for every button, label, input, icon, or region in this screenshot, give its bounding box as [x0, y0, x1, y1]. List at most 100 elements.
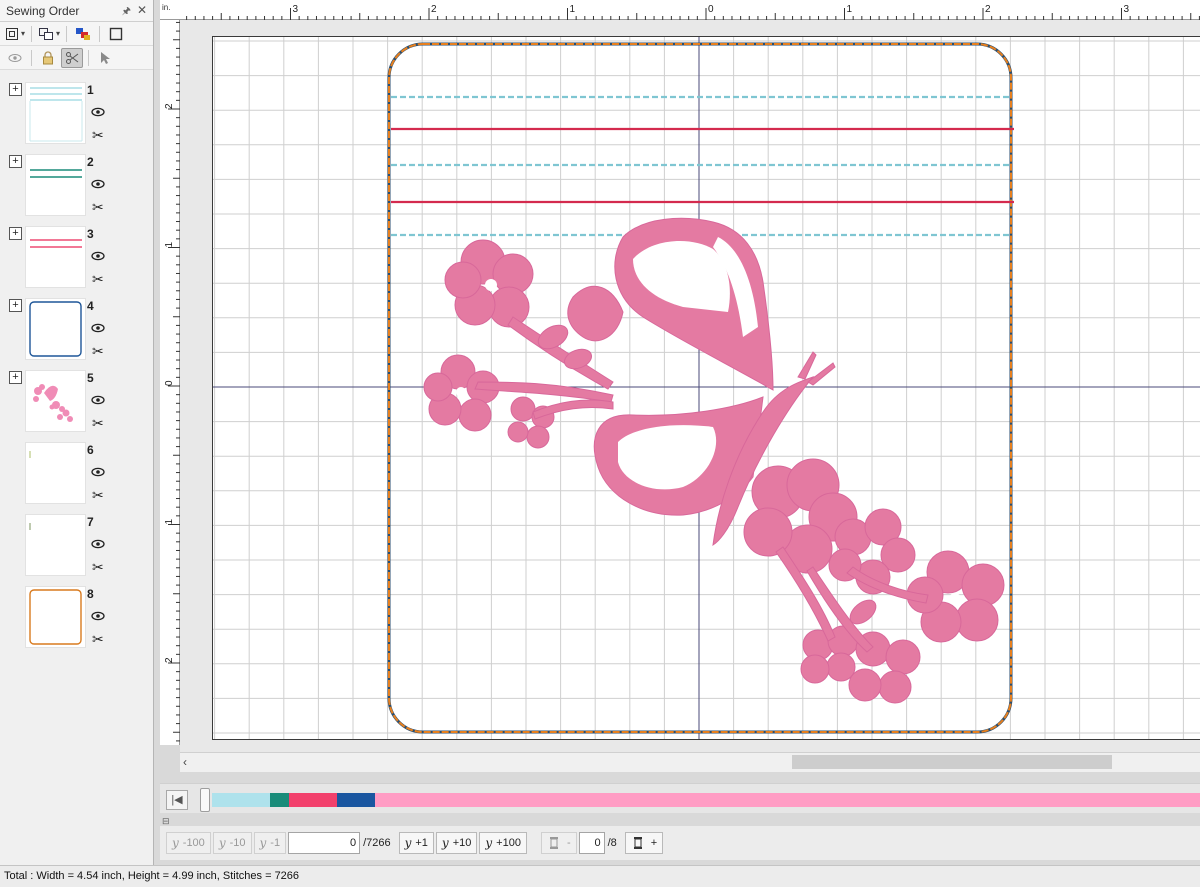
color-segment[interactable] [270, 793, 289, 807]
lock-button[interactable] [37, 48, 59, 68]
color-segment[interactable] [375, 793, 1200, 807]
next-color-label: + [650, 837, 658, 849]
color-sequence-bar: |◀ [160, 783, 1200, 813]
fit-view-button[interactable]: ▾ [4, 24, 26, 44]
scissors-icon[interactable]: ✂ [92, 128, 104, 142]
spool-icon [549, 837, 558, 849]
group-button[interactable]: ▾ [37, 24, 61, 44]
select-button[interactable] [94, 48, 116, 68]
forward-1-button[interactable]: y +1 [398, 832, 434, 854]
color-order-button[interactable] [72, 24, 94, 44]
item-number: 5 [87, 371, 94, 385]
forward-10-label: +10 [452, 837, 472, 849]
ruler-label: 1 [847, 4, 853, 15]
design-canvas[interactable] [180, 20, 1200, 753]
butterfly-antenna [797, 351, 817, 380]
color-total: /8 [607, 837, 617, 849]
scrollbar-thumb[interactable] [792, 755, 1112, 769]
item-thumbnail [25, 370, 86, 432]
sewing-order-item-3[interactable]: + 3 ✂ [0, 220, 154, 292]
item-number: 7 [87, 515, 94, 529]
eye-icon[interactable] [91, 107, 105, 117]
prev-color-button[interactable]: - [540, 832, 577, 854]
forward-1-label: +1 [415, 837, 428, 849]
item-thumbnail [25, 514, 86, 576]
ruler-label: 3 [1124, 4, 1130, 15]
item-number: 2 [87, 155, 94, 169]
thumbnail-lines [30, 239, 82, 248]
eye-icon[interactable] [91, 179, 105, 189]
scissors-icon[interactable]: ✂ [92, 488, 104, 502]
forward-10-button[interactable]: y +10 [435, 832, 478, 854]
eye-icon[interactable] [91, 323, 105, 333]
color-blocks-icon [76, 27, 91, 40]
expand-icon[interactable]: + [9, 227, 22, 240]
eye-icon[interactable] [91, 539, 105, 549]
dropdown-caret-icon: ▾ [56, 29, 61, 38]
item-number: 6 [87, 443, 94, 457]
trim-toggle-button[interactable] [61, 47, 83, 68]
view-toggle-button[interactable] [4, 48, 26, 68]
eye-icon[interactable] [91, 395, 105, 405]
back-10-button[interactable]: y -10 [212, 832, 252, 854]
next-color-button[interactable]: + [624, 832, 664, 854]
thumbnail-lines [30, 169, 82, 178]
scissors-icon[interactable]: ✂ [92, 416, 104, 430]
top-ruler-ticks: 3 2 1 0 1 2 3 [186, 4, 1200, 20]
go-to-start-icon[interactable]: |◀ [166, 790, 188, 810]
color-strip[interactable] [212, 793, 1200, 807]
frame-button[interactable] [105, 24, 127, 44]
needle-icon: y [485, 836, 493, 850]
back-1-button[interactable]: y -1 [253, 832, 287, 854]
needle-icon: y [172, 836, 179, 850]
forward-100-label: +100 [496, 837, 521, 849]
hoop-area[interactable] [212, 36, 1200, 740]
scissors-icon[interactable]: ✂ [92, 344, 104, 358]
sewing-order-item-8[interactable]: 8 ✂ [0, 580, 154, 652]
needle-icon: y [218, 836, 226, 850]
stitch-number-input[interactable]: 0 [288, 832, 361, 854]
sewing-order-item-4[interactable]: + 4 ✂ [0, 292, 154, 364]
expand-icon[interactable]: + [9, 299, 22, 312]
stitch-total: /7266 [363, 837, 391, 849]
butterfly-flower-motif[interactable] [423, 217, 1005, 704]
sewing-order-item-1[interactable]: + 1 ✂ [0, 76, 154, 148]
eye-icon[interactable] [91, 611, 105, 621]
spool-icon [633, 837, 642, 849]
back-100-label: -100 [182, 837, 205, 849]
butterfly-antenna [807, 362, 836, 386]
close-icon[interactable]: ✕ [137, 3, 147, 17]
expand-icon[interactable]: + [9, 83, 22, 96]
pin-icon[interactable]: 🖈 [122, 4, 131, 21]
scissors-icon[interactable]: ✂ [92, 200, 104, 214]
color-segment[interactable] [337, 793, 375, 807]
sewing-order-item-6[interactable]: 6 ✂ [0, 436, 154, 508]
thumbnail-motif [33, 384, 73, 422]
forward-100-button[interactable]: y +100 [479, 832, 527, 854]
stitch-slider-handle[interactable] [200, 788, 210, 812]
sewing-order-item-5[interactable]: + 5 ✂ [0, 364, 154, 436]
horizontal-scrollbar[interactable]: ‹ [180, 752, 1200, 772]
lock-icon [43, 50, 53, 64]
dropdown-caret-icon: ▾ [21, 29, 26, 38]
scissors-icon[interactable]: ✂ [92, 272, 104, 286]
color-segment[interactable] [289, 793, 337, 807]
item-number: 4 [87, 299, 94, 313]
sewing-order-pane: Sewing Order 🖈 ✕ ▾ ▾ + 1 ✂ + 2 ✂ + 3 ✂ +… [0, 0, 154, 865]
expand-icon[interactable]: + [9, 155, 22, 168]
color-segment[interactable] [212, 793, 270, 807]
sewing-order-item-7[interactable]: 7 ✂ [0, 508, 154, 580]
flower-small-left [507, 396, 555, 449]
center-axes [213, 37, 1200, 739]
needle-icon: y [441, 836, 449, 850]
eye-icon[interactable] [91, 467, 105, 477]
expand-icon[interactable]: + [9, 371, 22, 384]
thumbnail-frame [29, 589, 82, 645]
color-number-input[interactable]: 0 [578, 832, 605, 854]
scroll-left-icon[interactable]: ‹ [183, 755, 187, 769]
scissors-icon[interactable]: ✂ [92, 632, 104, 646]
eye-icon[interactable] [91, 251, 105, 261]
scissors-icon[interactable]: ✂ [92, 560, 104, 574]
sewing-order-item-2[interactable]: + 2 ✂ [0, 148, 154, 220]
back-100-button[interactable]: y -100 [166, 832, 211, 854]
